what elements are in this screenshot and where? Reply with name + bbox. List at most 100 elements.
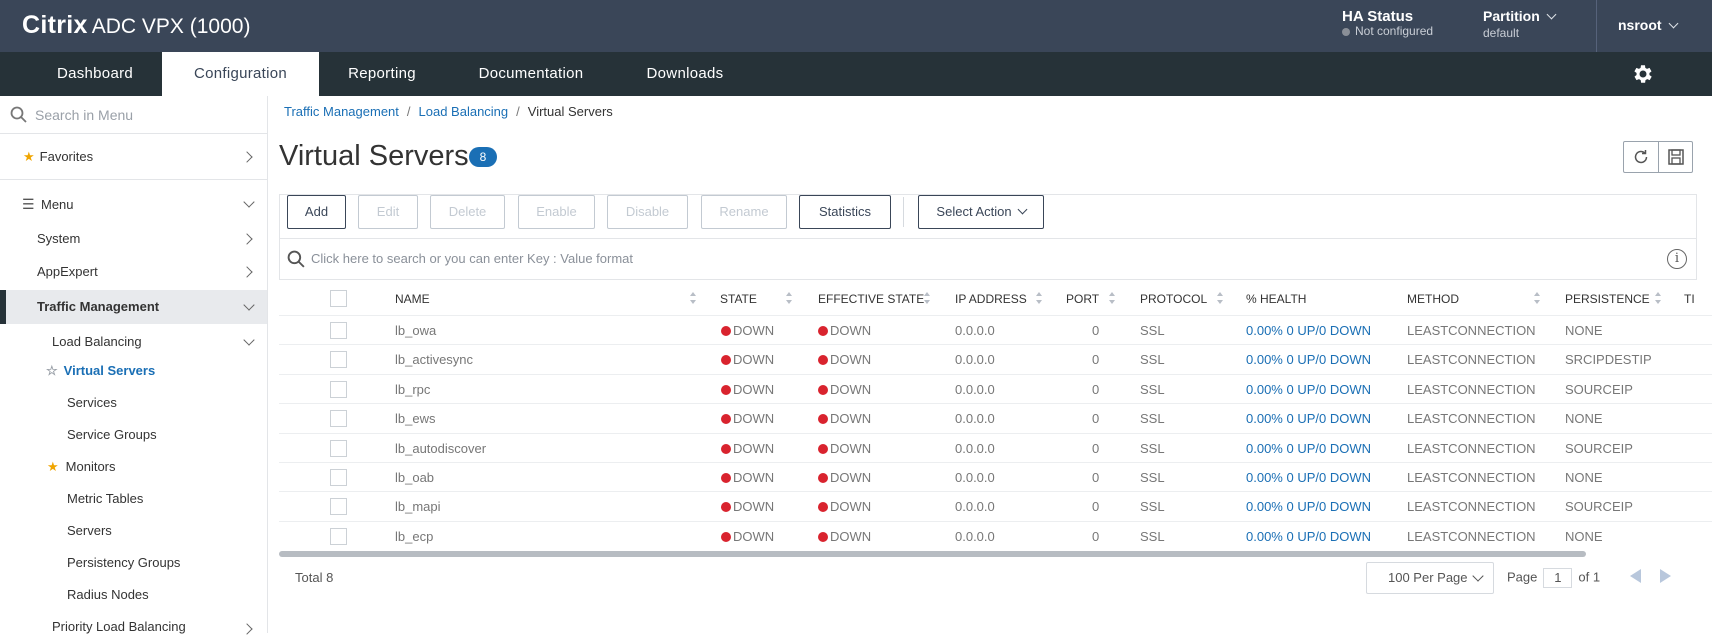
refresh-icon[interactable]	[1632, 148, 1650, 166]
row-checkbox[interactable]	[330, 380, 347, 398]
tab-downloads[interactable]: Downloads	[628, 52, 742, 96]
column-header-ip-address[interactable]: IP ADDRESS	[955, 283, 1027, 315]
disable-button[interactable]: Disable	[607, 195, 688, 229]
tab-reporting[interactable]: Reporting	[330, 52, 434, 96]
breadcrumb-traffic-management[interactable]: Traffic Management	[284, 104, 399, 119]
cell-state: DOWN	[721, 404, 774, 433]
save-icon[interactable]	[1667, 148, 1685, 166]
table-row[interactable]: lb_autodiscover DOWN DOWN 0.0.0.0 0 SSL 0.00% …	[279, 432, 1712, 463]
cell-name[interactable]: lb_autodiscover	[395, 434, 486, 463]
cell-name[interactable]: lb_oab	[395, 463, 434, 492]
column-header-port[interactable]: PORT	[1066, 283, 1099, 315]
statistics-button[interactable]: Statistics	[799, 195, 891, 229]
sort-icon[interactable]	[924, 292, 930, 306]
user-menu[interactable]: nsroot	[1618, 17, 1679, 33]
cell-name[interactable]: lb_ecp	[395, 522, 433, 551]
select-action-dropdown[interactable]: Select Action	[918, 195, 1044, 229]
info-icon[interactable]: i	[1667, 249, 1687, 269]
table-search[interactable]: Click here to search or you can enter Ke…	[279, 238, 1697, 280]
table-row[interactable]: lb_owa DOWN DOWN 0.0.0.0 0 SSL 0.00% 0 UP/0 DO…	[279, 315, 1712, 344]
table-row[interactable]: lb_mapi DOWN DOWN 0.0.0.0 0 SSL 0.00% 0 UP/0 D…	[279, 491, 1712, 520]
cell-name[interactable]: lb_ews	[395, 404, 435, 433]
cell-name[interactable]: lb_owa	[395, 316, 436, 345]
column-header-name[interactable]: NAME	[395, 283, 430, 315]
page-input[interactable]: 1	[1543, 568, 1573, 588]
chevron-right-icon	[241, 266, 253, 278]
table-row[interactable]: lb_ecp DOWN DOWN 0.0.0.0 0 SSL 0.00% 0 UP/0 DO…	[279, 520, 1712, 551]
table-row[interactable]: lb_ews DOWN DOWN 0.0.0.0 0 SSL 0.00% 0 UP/0 DO…	[279, 403, 1712, 432]
sidebar-item-priority-load-balancing[interactable]: Priority Load Balancing	[0, 611, 267, 643]
row-checkbox[interactable]	[330, 439, 347, 457]
sort-icon[interactable]	[1534, 292, 1540, 306]
sidebar-item-radius-nodes[interactable]: Radius Nodes	[0, 579, 267, 611]
breadcrumb-load-balancing[interactable]: Load Balancing	[419, 104, 509, 119]
cell-name[interactable]: lb_mapi	[395, 492, 441, 521]
sidebar-item-traffic-management[interactable]: Traffic Management	[0, 290, 267, 324]
prev-page-icon[interactable]	[1630, 569, 1641, 583]
sidebar-favorites[interactable]: ★ Favorites	[0, 141, 267, 173]
sort-icon[interactable]	[1036, 292, 1042, 306]
cell-health[interactable]: 0.00% 0 UP/0 DOWN	[1246, 492, 1371, 521]
rename-button[interactable]: Rename	[701, 195, 787, 229]
cell-health[interactable]: 0.00% 0 UP/0 DOWN	[1246, 316, 1371, 345]
row-checkbox[interactable]	[330, 410, 347, 428]
star-outline-icon[interactable]: ☆	[46, 363, 58, 378]
sidebar-item-metric-tables[interactable]: Metric Tables	[0, 483, 267, 515]
sidebar-item-service-groups[interactable]: Service Groups	[0, 419, 267, 451]
table-row[interactable]: lb_rpc DOWN DOWN 0.0.0.0 0 SSL 0.00% 0 UP/0 DO…	[279, 373, 1712, 404]
sidebar-item-persistency-groups[interactable]: Persistency Groups	[0, 547, 267, 579]
sort-icon[interactable]	[1655, 292, 1661, 306]
cell-health[interactable]: 0.00% 0 UP/0 DOWN	[1246, 522, 1371, 551]
column-header-method[interactable]: METHOD	[1407, 283, 1459, 315]
tab-documentation[interactable]: Documentation	[454, 52, 608, 96]
cell-name[interactable]: lb_activesync	[395, 345, 473, 374]
cell-name[interactable]: lb_rpc	[395, 375, 430, 404]
sort-icon[interactable]	[1217, 292, 1223, 306]
row-checkbox[interactable]	[330, 351, 347, 369]
sort-icon[interactable]	[786, 292, 792, 306]
per-page-select[interactable]: 100 Per Page	[1366, 562, 1494, 594]
sidebar-item-appexpert[interactable]: AppExpert	[0, 256, 267, 288]
sidebar-item-services[interactable]: Services	[0, 387, 267, 419]
sidebar-item-servers[interactable]: Servers	[0, 515, 267, 547]
cell-health[interactable]: 0.00% 0 UP/0 DOWN	[1246, 463, 1371, 492]
row-checkbox[interactable]	[330, 527, 347, 545]
cell-health[interactable]: 0.00% 0 UP/0 DOWN	[1246, 345, 1371, 374]
row-checkbox[interactable]	[330, 469, 347, 486]
cell-health[interactable]: 0.00% 0 UP/0 DOWN	[1246, 375, 1371, 404]
row-checkbox[interactable]	[330, 322, 347, 339]
tab-configuration[interactable]: Configuration	[162, 52, 319, 96]
partition-selector[interactable]: Partition default	[1483, 9, 1557, 41]
edit-button[interactable]: Edit	[358, 195, 418, 229]
sort-icon[interactable]	[1109, 292, 1115, 306]
ha-status[interactable]: HA Status Not configured	[1342, 9, 1433, 39]
tab-dashboard[interactable]: Dashboard	[30, 52, 160, 96]
row-checkbox[interactable]	[330, 498, 347, 516]
sort-icon[interactable]	[690, 292, 696, 306]
column-header-ti[interactable]: TI	[1684, 283, 1695, 315]
table-row[interactable]: lb_activesync DOWN DOWN 0.0.0.0 0 SSL 0.00% 0 …	[279, 344, 1712, 373]
sidebar-item-monitors[interactable]: ★ Monitors	[0, 451, 267, 483]
sidebar-item-virtual-servers[interactable]: ☆ Virtual Servers	[0, 355, 267, 387]
column-header-persistence[interactable]: PERSISTENCE	[1565, 283, 1650, 315]
select-all-checkbox[interactable]	[330, 290, 347, 307]
horizontal-scrollbar[interactable]	[279, 551, 1586, 557]
column-header-protocol[interactable]: PROTOCOL	[1140, 283, 1207, 315]
column-header-effective-state[interactable]: EFFECTIVE STATE	[818, 283, 924, 315]
menu-search[interactable]: Search in Menu	[0, 96, 267, 134]
cell-health[interactable]: 0.00% 0 UP/0 DOWN	[1246, 404, 1371, 433]
enable-button[interactable]: Enable	[518, 195, 595, 229]
table-row[interactable]: lb_oab DOWN DOWN 0.0.0.0 0 SSL 0.00% 0 UP/0 DO…	[279, 462, 1712, 491]
column-header-health[interactable]: % HEALTH	[1246, 283, 1306, 315]
sidebar-item-system[interactable]: System	[0, 223, 267, 255]
add-button[interactable]: Add	[287, 195, 346, 229]
gear-icon[interactable]	[1631, 62, 1655, 86]
next-page-icon[interactable]	[1660, 569, 1671, 583]
star-icon[interactable]: ★	[47, 459, 59, 474]
column-header-state[interactable]: STATE	[720, 283, 757, 315]
cell-health[interactable]: 0.00% 0 UP/0 DOWN	[1246, 434, 1371, 463]
sidebar-item-load-balancing[interactable]: Load Balancing	[0, 326, 267, 358]
toolbar-divider	[903, 197, 904, 227]
sidebar-menu[interactable]: ☰ Menu	[0, 188, 267, 220]
delete-button[interactable]: Delete	[430, 195, 505, 229]
